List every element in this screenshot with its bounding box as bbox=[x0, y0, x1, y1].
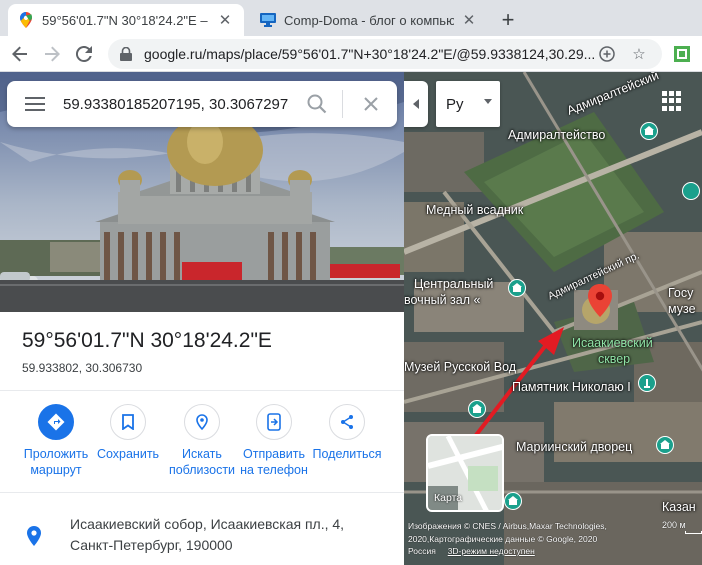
new-tab-button[interactable]: + bbox=[494, 6, 522, 34]
address-bar[interactable]: google.ru/maps/place/59°56'01.7"N+30°18'… bbox=[108, 39, 662, 69]
museum-icon[interactable] bbox=[508, 279, 526, 297]
address-line-1: Исаакиевский собор, Исаакиевская пл., 4, bbox=[70, 516, 345, 532]
share-label: Поделиться bbox=[312, 447, 382, 461]
close-tab-icon[interactable]: ✕ bbox=[460, 11, 478, 29]
language-dropdown[interactable]: Ру bbox=[436, 81, 500, 127]
nearby-icon[interactable] bbox=[184, 404, 220, 440]
divider bbox=[0, 390, 404, 391]
place-address[interactable]: Исаакиевский собор, Исаакиевская пл., 4,… bbox=[70, 514, 344, 556]
directions-button[interactable]: Проложить маршрут bbox=[16, 404, 96, 478]
map-label-isaac-square-2[interactable]: сквер bbox=[598, 352, 630, 366]
place-coordinates: 59.933802, 30.306730 bbox=[22, 361, 143, 375]
bookmark-icon[interactable] bbox=[110, 404, 146, 440]
close-tab-icon[interactable]: ✕ bbox=[216, 11, 234, 29]
map-label-gosu-2[interactable]: музе bbox=[668, 302, 696, 316]
send-label: Отправить bbox=[243, 447, 305, 461]
send-to-phone-button[interactable]: Отправить на телефон bbox=[234, 404, 314, 478]
clear-search-icon[interactable] bbox=[359, 92, 383, 116]
museum-icon[interactable] bbox=[656, 436, 674, 454]
search-divider bbox=[342, 90, 343, 118]
map-label-kazan[interactable]: Казан bbox=[662, 500, 696, 514]
search-input[interactable]: 59.93380185207195, 30.306729733 bbox=[63, 96, 289, 113]
tab-title: 59°56'01.7"N 30°18'24.2"E – Goo bbox=[42, 12, 210, 28]
map-label-russian-vodka-museum[interactable]: Музей Русской Вод bbox=[404, 360, 516, 374]
browser-toolbar: google.ru/maps/place/59°56'01.7"N+30°18'… bbox=[0, 36, 702, 72]
lock-icon[interactable] bbox=[120, 46, 134, 61]
map-layer-label: Карта bbox=[434, 492, 463, 504]
museum-icon[interactable] bbox=[504, 492, 522, 510]
scale-bar bbox=[685, 531, 702, 534]
nearby-button[interactable]: Искать поблизости bbox=[162, 404, 242, 478]
reload-icon[interactable] bbox=[70, 40, 98, 68]
directions-icon[interactable] bbox=[38, 404, 74, 440]
map-label-admiralty[interactable]: Адмиралтейство bbox=[508, 128, 605, 142]
attribution-line-1: Изображения © CNES / Airbus,Maxar Techno… bbox=[408, 521, 607, 531]
share-icon[interactable] bbox=[329, 404, 365, 440]
satellite-map[interactable]: Ру Адмиралтейский Адмиралтейство Медный … bbox=[404, 72, 702, 565]
save-button[interactable]: Сохранить bbox=[88, 404, 168, 462]
museum-icon[interactable] bbox=[640, 122, 658, 140]
back-arrow-icon[interactable] bbox=[6, 40, 34, 68]
map-label-central-hall-2[interactable]: вочный зал « bbox=[404, 293, 480, 307]
bookmark-star-icon[interactable]: ☆ bbox=[628, 43, 650, 65]
apps-grid-icon[interactable] bbox=[662, 91, 682, 111]
map-label-gosu[interactable]: Госу bbox=[668, 286, 693, 300]
map-label-bronze-horseman[interactable]: Медный всадник bbox=[426, 203, 523, 217]
forward-arrow-icon[interactable] bbox=[38, 40, 66, 68]
attribution-country[interactable]: Россия bbox=[408, 546, 436, 556]
divider bbox=[0, 492, 404, 493]
tab-strip: 59°56'01.7"N 30°18'24.2"E – Goo ✕ Comp-D… bbox=[0, 0, 702, 36]
action-buttons: Проложить маршрут Сохранить Искать поблизо… bbox=[0, 404, 404, 484]
add-site-icon[interactable] bbox=[596, 43, 618, 65]
collapse-panel-button[interactable] bbox=[404, 81, 428, 127]
hamburger-menu-icon[interactable] bbox=[7, 81, 63, 127]
send-to-phone-icon[interactable] bbox=[256, 404, 292, 440]
monitor-icon bbox=[260, 12, 276, 28]
search-box[interactable]: 59.93380185207195, 30.306729733 bbox=[7, 81, 397, 127]
map-label-mariinsky-palace[interactable]: Мариинский дворец bbox=[516, 440, 632, 454]
attribution-line-2: 2020,Картографические данные © Google, 2… bbox=[408, 533, 598, 544]
map-attribution: Изображения © CNES / Airbus,Maxar Techno… bbox=[408, 520, 607, 558]
place-icon[interactable] bbox=[682, 182, 700, 200]
monument-icon[interactable] bbox=[638, 374, 656, 392]
place-photo[interactable]: 59.93380185207195, 30.306729733 bbox=[0, 72, 404, 312]
map-label-central-hall[interactable]: Центральный bbox=[414, 277, 493, 291]
scale-label[interactable]: 200 м bbox=[662, 520, 686, 530]
language-label: Ру bbox=[446, 95, 464, 113]
map-layer-toggle[interactable]: Карта bbox=[426, 434, 504, 512]
chevron-down-icon bbox=[484, 99, 492, 104]
search-icon[interactable] bbox=[305, 92, 329, 116]
extension-icon[interactable] bbox=[668, 40, 696, 68]
nearby-label: Искать bbox=[182, 447, 222, 461]
save-label: Сохранить bbox=[96, 447, 160, 461]
museum-icon[interactable] bbox=[468, 400, 486, 418]
directions-label: Проложить bbox=[23, 447, 89, 461]
map-label-isaac-square[interactable]: Исаакиевский bbox=[572, 336, 653, 350]
directions-label-2: маршрут bbox=[30, 463, 82, 477]
tab-title: Comp-Doma - блог о компьюте bbox=[284, 12, 454, 28]
nearby-label-2: поблизости bbox=[168, 463, 236, 477]
3d-mode-link[interactable]: 3D-режим недоступен bbox=[448, 546, 535, 556]
place-panel: 59.93380185207195, 30.306729733 59°56'01… bbox=[0, 72, 404, 565]
address-line-2: Санкт-Петербург, 190000 bbox=[70, 537, 233, 553]
share-button[interactable]: Поделиться bbox=[307, 404, 387, 462]
send-label-2: на телефон bbox=[240, 463, 308, 477]
place-title: 59°56'01.7"N 30°18'24.2"E bbox=[22, 329, 272, 352]
location-pin-icon bbox=[26, 526, 42, 546]
tab-google-maps[interactable]: 59°56'01.7"N 30°18'24.2"E – Goo ✕ bbox=[8, 4, 244, 36]
url-text: google.ru/maps/place/59°56'01.7"N+30°18'… bbox=[144, 46, 596, 62]
map-label-nicholas-monument[interactable]: Памятник Николаю I bbox=[512, 380, 631, 394]
tab-comp-doma[interactable]: Comp-Doma - блог о компьюте ✕ bbox=[250, 4, 488, 36]
google-maps-pin-icon bbox=[18, 12, 34, 28]
